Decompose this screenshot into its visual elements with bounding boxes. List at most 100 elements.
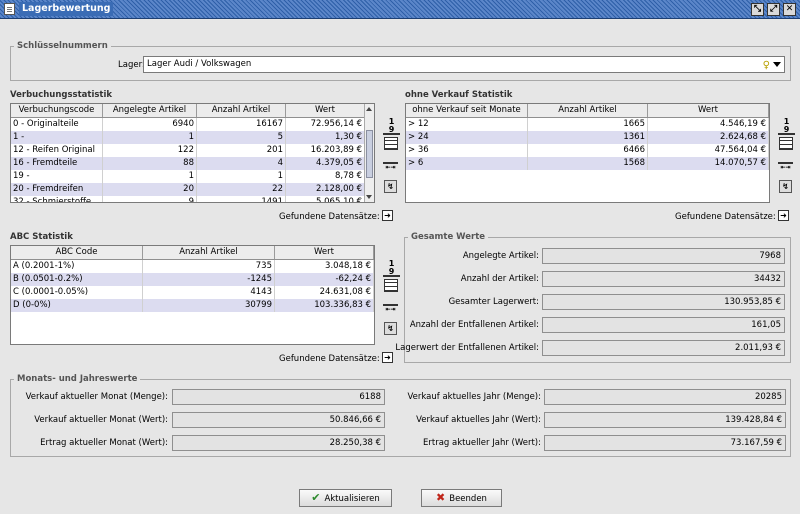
table-cell: 122	[103, 144, 197, 157]
field-label: Ertrag aktueller Jahr (Wert):	[423, 438, 541, 448]
ohne-verkauf-table[interactable]: ohne Verkauf seit Monate Anzahl Artikel …	[405, 103, 770, 203]
table-row[interactable]: > 36 6466 47.564,04 €	[406, 144, 769, 157]
value-field: 161,05	[542, 317, 785, 333]
table-cell: 1665	[528, 118, 648, 131]
lager-label: Lager:	[118, 60, 145, 70]
ohne-verkauf-title: ohne Verkauf Statistik	[405, 90, 513, 100]
table-cell: 24.631,08 €	[275, 286, 374, 299]
next-arrow-icon[interactable]: ➜	[778, 210, 789, 221]
vertical-scrollbar[interactable]	[364, 104, 374, 202]
export-icon[interactable]: ↯	[384, 180, 397, 193]
table-cell: > 36	[406, 144, 528, 157]
verbuchung-title: Verbuchungsstatistik	[10, 90, 113, 100]
column-header[interactable]: Anzahl Artikel	[143, 246, 275, 259]
table-cell: 6466	[528, 144, 648, 157]
table-cell: 1	[103, 170, 197, 183]
column-header[interactable]: Anzahl Artikel	[197, 104, 286, 117]
verbuchung-table[interactable]: Verbuchungscode Angelegte Artikel Anzahl…	[10, 103, 375, 203]
maximize-icon[interactable]: ⤢	[767, 3, 780, 16]
sort-icon[interactable]: 19	[778, 118, 795, 135]
table-cell: 16.203,89 €	[286, 144, 365, 157]
chevron-down-icon[interactable]	[773, 62, 781, 67]
minimize-icon[interactable]: ⤡	[751, 3, 764, 16]
table-cell: 9	[103, 196, 197, 202]
lager-select[interactable]: Lager Audi / Volkswagen ♀	[143, 56, 785, 73]
table-cell: 103.336,83 €	[275, 299, 374, 312]
close-button-label: Beenden	[449, 494, 487, 504]
table-cell: 16167	[197, 118, 286, 131]
close-icon[interactable]: ✕	[783, 3, 796, 16]
next-arrow-icon[interactable]: ➜	[382, 210, 393, 221]
table-row[interactable]: 32 - Schmierstoffe 9 1491 5.065,10 €	[11, 196, 374, 202]
field-label: Lagerwert der Entfallenen Artikel:	[395, 343, 539, 353]
table-row[interactable]: 1 -1 5 1,30 €	[11, 131, 374, 144]
refresh-button[interactable]: ✔ Aktualisieren	[299, 489, 392, 507]
table-cell: 1 -	[11, 131, 103, 144]
table-row[interactable]: 16 - Fremdteile 88 4 4.379,05 €	[11, 157, 374, 170]
close-button[interactable]: ✖ Beenden	[421, 489, 502, 507]
field-label: Verkauf aktuelles Jahr (Wert):	[416, 415, 541, 425]
table-cell: 32 - Schmierstoffe	[11, 196, 103, 202]
table-row[interactable]: A (0.2001-1%) 735 3.048,18 €	[11, 260, 374, 273]
column-header[interactable]: Wert	[286, 104, 365, 117]
value-field: 139.428,84 €	[544, 412, 786, 428]
abc-table[interactable]: ABC Code Anzahl Artikel Wert A (0.2001-1…	[10, 245, 375, 345]
table-header: ohne Verkauf seit Monate Anzahl Artikel …	[406, 104, 769, 118]
gesamt-legend: Gesamte Werte	[408, 232, 489, 242]
table-cell: 0 - Originalteile	[11, 118, 103, 131]
table-row[interactable]: 20 - Fremdreifen 20 22 2.128,00 €	[11, 183, 374, 196]
table-cell: D (0-0%)	[11, 299, 143, 312]
table-cell: 4143	[143, 286, 275, 299]
next-arrow-icon[interactable]: ➜	[382, 352, 393, 363]
table-row[interactable]: > 24 1361 2.624,68 €	[406, 131, 769, 144]
table-row[interactable]: 12 - Reifen Original 122 201 16.203,89 €	[11, 144, 374, 157]
column-header[interactable]: ABC Code	[11, 246, 143, 259]
table-cell: -1245	[143, 273, 275, 286]
column-header[interactable]: ohne Verkauf seit Monate	[406, 104, 528, 117]
column-header[interactable]: Verbuchungscode	[11, 104, 103, 117]
table-row[interactable]: > 12 1665 4.546,19 €	[406, 118, 769, 131]
column-header[interactable]: Anzahl Artikel	[528, 104, 648, 117]
verbuchung-count: Gefundene Datensätze: 9	[279, 212, 388, 222]
table-row[interactable]: D (0-0%) 30799 103.336,83 €	[11, 299, 374, 312]
table-header: ABC Code Anzahl Artikel Wert	[11, 246, 374, 260]
table-row[interactable]: 19 -1 1 8,78 €	[11, 170, 374, 183]
table-row[interactable]: B (0.0501-0.2%) -1245 -62,24 €	[11, 273, 374, 286]
export-icon[interactable]: ↯	[384, 322, 397, 335]
field-label: Verkauf aktueller Monat (Menge):	[25, 392, 168, 402]
export-icon[interactable]: ↯	[779, 180, 792, 193]
table-row[interactable]: 0 - Originalteile 6940 16167 72.956,14 €	[11, 118, 374, 131]
table-cell: 4	[197, 157, 286, 170]
close-x-icon: ✖	[436, 491, 446, 504]
table-cell: 12 - Reifen Original	[11, 144, 103, 157]
field-label: Anzahl der Entfallenen Artikel:	[409, 320, 539, 330]
table-row[interactable]: > 6 1568 14.070,57 €	[406, 157, 769, 170]
table-cell: 5.065,10 €	[286, 196, 365, 202]
column-header[interactable]: Wert	[648, 104, 769, 117]
columns-icon[interactable]: ⇤⇥	[778, 162, 793, 172]
table-cell: 16 - Fremdteile	[11, 157, 103, 170]
columns-icon[interactable]: ⇤⇥	[383, 304, 398, 314]
grid-icon[interactable]	[779, 137, 793, 150]
field-label: Verkauf aktuelles Jahr (Menge):	[407, 392, 541, 402]
column-header[interactable]: Wert	[275, 246, 374, 259]
table-cell: 201	[197, 144, 286, 157]
table-cell: 14.070,57 €	[648, 157, 769, 170]
table-cell: 20 - Fremdreifen	[11, 183, 103, 196]
table-cell: 1,30 €	[286, 131, 365, 144]
value-field: 20285	[544, 389, 786, 405]
table-row[interactable]: C (0.0001-0.05%) 4143 24.631,08 €	[11, 286, 374, 299]
field-label: Gesamter Lagerwert:	[448, 297, 539, 307]
table-cell: 4.546,19 €	[648, 118, 769, 131]
title-bar: Lagerbewertung ⤡ ⤢ ✕	[0, 0, 800, 19]
value-field: 2.011,93 €	[542, 340, 785, 356]
table-cell: 47.564,04 €	[648, 144, 769, 157]
table-cell: > 12	[406, 118, 528, 131]
column-header[interactable]: Angelegte Artikel	[103, 104, 197, 117]
grid-icon[interactable]	[384, 279, 398, 292]
sort-icon[interactable]: 19	[383, 260, 400, 277]
columns-icon[interactable]: ⇤⇥	[383, 162, 398, 172]
sort-icon[interactable]: 19	[383, 118, 400, 135]
table-cell: A (0.2001-1%)	[11, 260, 143, 273]
grid-icon[interactable]	[384, 137, 398, 150]
